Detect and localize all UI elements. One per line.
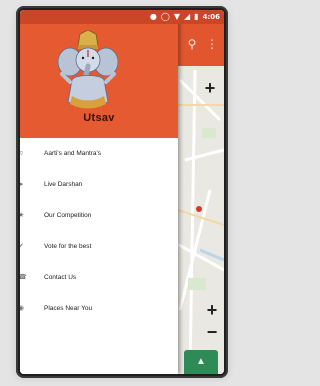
menu-item-label: Aarti's and Mantra's bbox=[44, 150, 102, 157]
alarm-icon: ● bbox=[149, 12, 157, 21]
zoom-out-button[interactable]: − bbox=[202, 322, 222, 342]
thumbs-up-icon: ✔ bbox=[20, 242, 24, 250]
screen: ⚲ ⋮ + + − ▲ ● ◯ ▼ ◢ ▮ 4:06 Utsav ♫ Aarti… bbox=[20, 10, 224, 374]
menu-item-label: Live Darshan bbox=[44, 181, 83, 188]
phone-frame: ⚲ ⋮ + + − ▲ ● ◯ ▼ ◢ ▮ 4:06 Utsav ♫ Aarti… bbox=[16, 6, 228, 378]
navigation-drawer: Utsav ♫ Aarti's and Mantra's ▶ Live Dars… bbox=[20, 10, 178, 374]
menu-item-live-darshan[interactable]: ▶ Live Darshan bbox=[20, 169, 178, 200]
location-icon: ◉ bbox=[20, 304, 25, 312]
app-name: Utsav bbox=[83, 112, 115, 124]
more-vert-icon[interactable]: ⋮ bbox=[204, 36, 220, 52]
search-icon[interactable]: ⚲ bbox=[184, 36, 200, 52]
menu-item-places[interactable]: ◉ Places Near You bbox=[20, 293, 178, 324]
signal-icon: ◢ bbox=[184, 12, 191, 21]
status-time: 4:06 bbox=[202, 13, 220, 21]
battery-icon: ▮ bbox=[194, 12, 199, 21]
zoom-in-button[interactable]: + bbox=[200, 78, 220, 98]
menu-item-contact[interactable]: ☎ Contact Us bbox=[20, 262, 178, 293]
sync-icon: ◯ bbox=[160, 12, 170, 21]
phone-icon: ☎ bbox=[20, 273, 27, 281]
wifi-icon: ▼ bbox=[173, 12, 181, 21]
zoom-in-button-lower[interactable]: + bbox=[202, 300, 222, 320]
music-icon: ♫ bbox=[20, 149, 24, 157]
menu-item-label: Vote for the best bbox=[44, 243, 92, 250]
video-icon: ▶ bbox=[20, 180, 24, 188]
map-marker[interactable] bbox=[196, 206, 202, 212]
menu-item-competition[interactable]: ★ Our Competition bbox=[20, 200, 178, 231]
ganesha-logo bbox=[57, 30, 119, 109]
menu-item-label: Our Competition bbox=[44, 212, 92, 219]
status-bar: ● ◯ ▼ ◢ ▮ 4:06 bbox=[20, 10, 224, 24]
drawer-header: Utsav bbox=[20, 24, 178, 138]
trophy-icon: ★ bbox=[20, 211, 25, 219]
drawer-menu: ♫ Aarti's and Mantra's ▶ Live Darshan ★ … bbox=[20, 138, 178, 324]
menu-item-label: Places Near You bbox=[44, 305, 93, 312]
directions-icon: ▲ bbox=[196, 356, 206, 367]
menu-item-vote[interactable]: ✔ Vote for the best bbox=[20, 231, 178, 262]
menu-item-aartis[interactable]: ♫ Aarti's and Mantra's bbox=[20, 138, 178, 169]
menu-item-label: Contact Us bbox=[44, 274, 77, 281]
directions-button[interactable]: ▲ bbox=[184, 350, 218, 374]
